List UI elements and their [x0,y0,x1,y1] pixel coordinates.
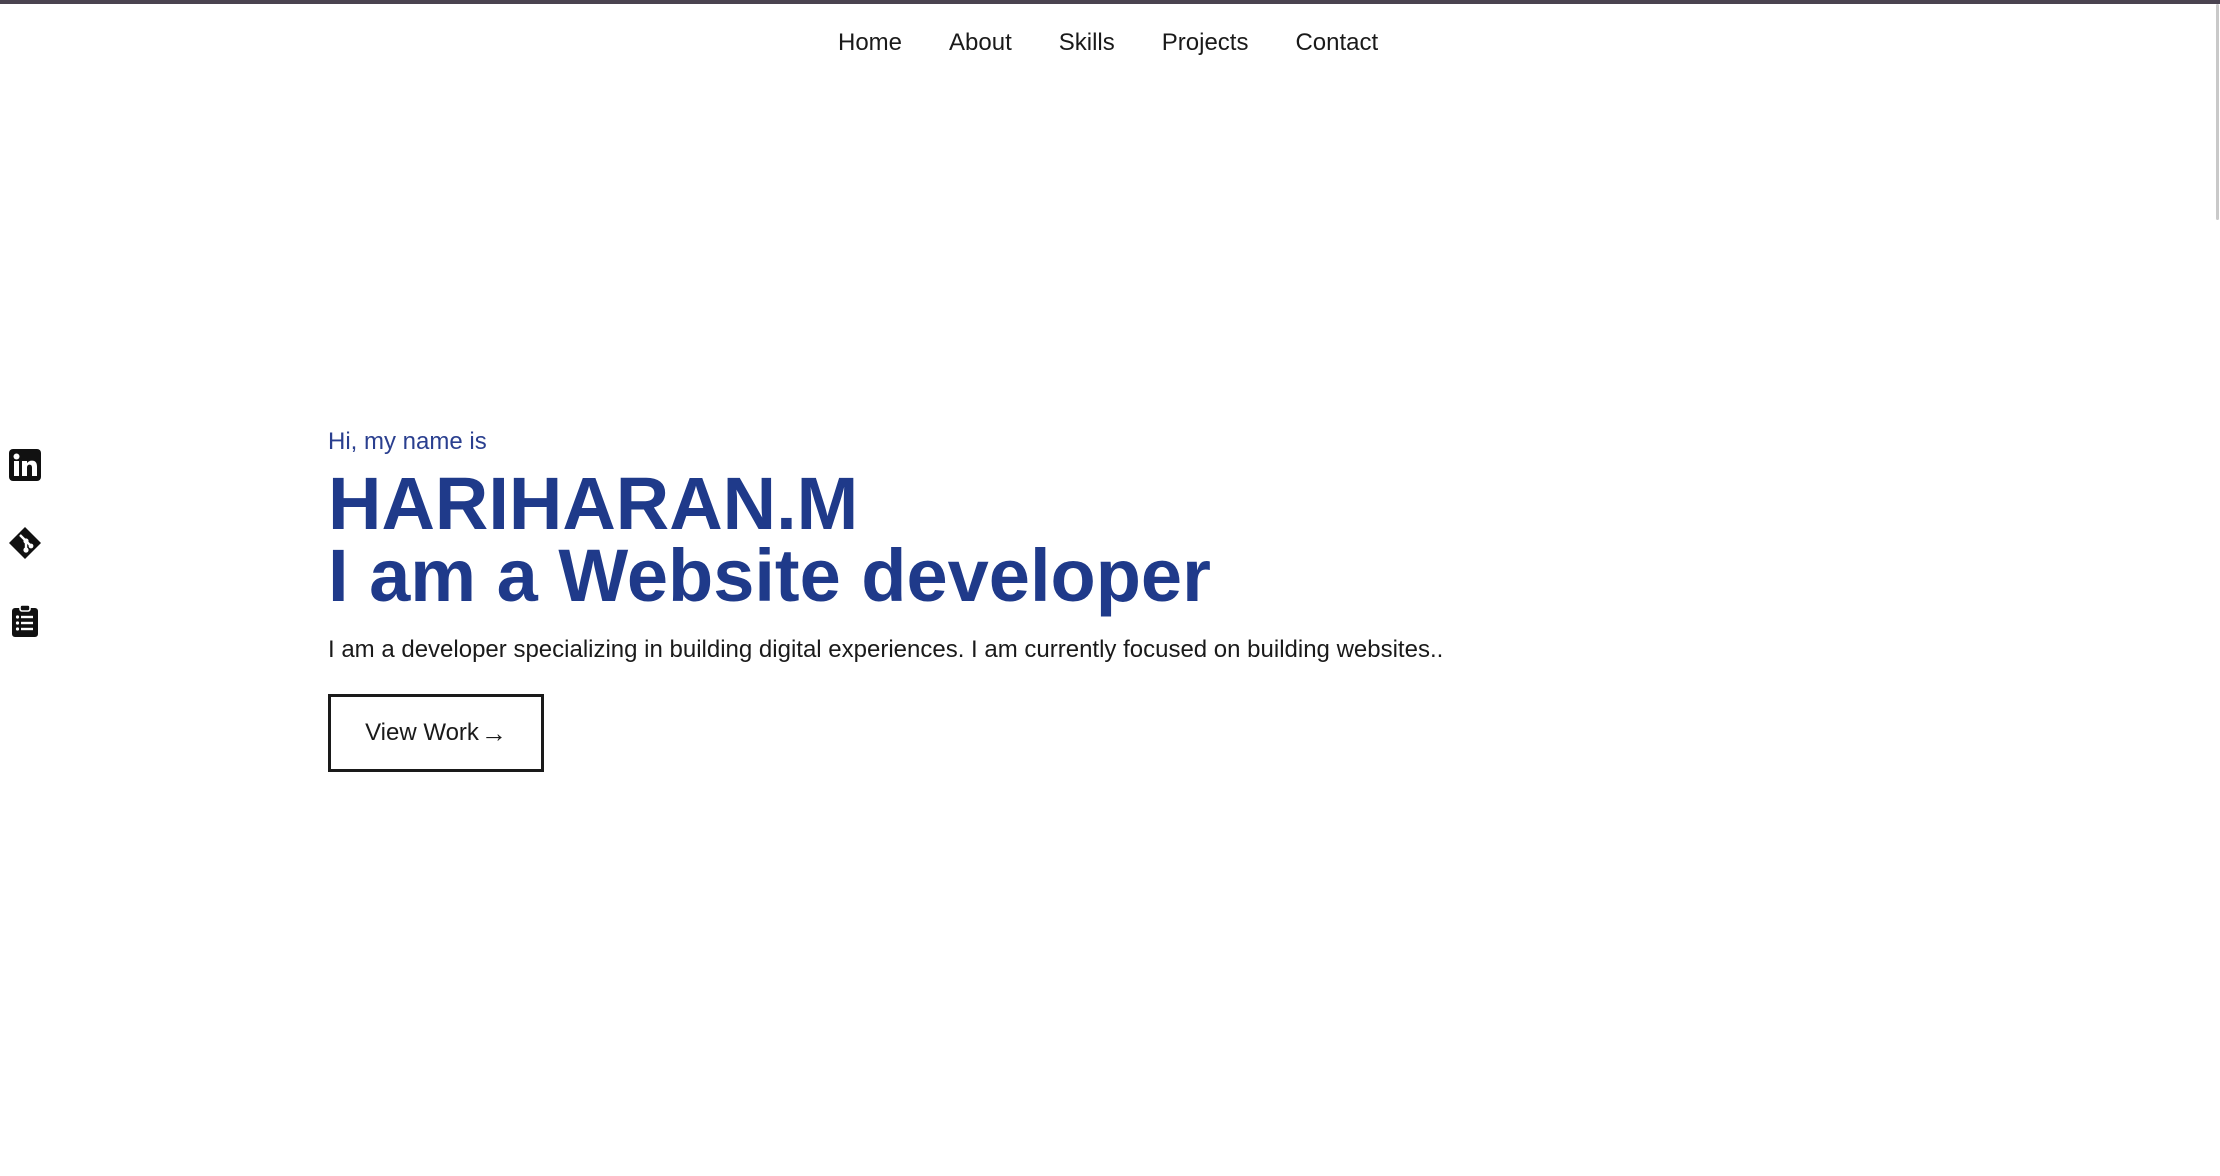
nav-item-skills[interactable]: Skills [1059,20,1115,66]
arrow-right-icon: → [480,717,507,748]
nav-item-home[interactable]: Home [838,20,902,66]
hero-description: I am a developer specializing in buildin… [328,636,1444,663]
hero-role: I am a Website developer [328,534,1211,617]
window-top-border [0,0,2220,4]
git-icon[interactable] [8,526,42,560]
nav-item-contact[interactable]: Contact [1295,20,1378,66]
view-work-label: View Work [365,719,479,746]
view-work-button[interactable]: View Work → [328,694,544,772]
linkedin-icon[interactable] [8,448,42,482]
hero-section: Hi, my name is HARIHARAN.M I am a Websit… [328,426,1443,772]
resume-clipboard-icon[interactable] [8,604,42,638]
hero-greeting: Hi, my name is [328,428,487,455]
nav-item-projects[interactable]: Projects [1162,20,1249,66]
hero-name: HARIHARAN.M [328,462,859,545]
scrollbar-thumb[interactable] [2216,4,2219,220]
nav-item-about[interactable]: About [949,20,1012,66]
